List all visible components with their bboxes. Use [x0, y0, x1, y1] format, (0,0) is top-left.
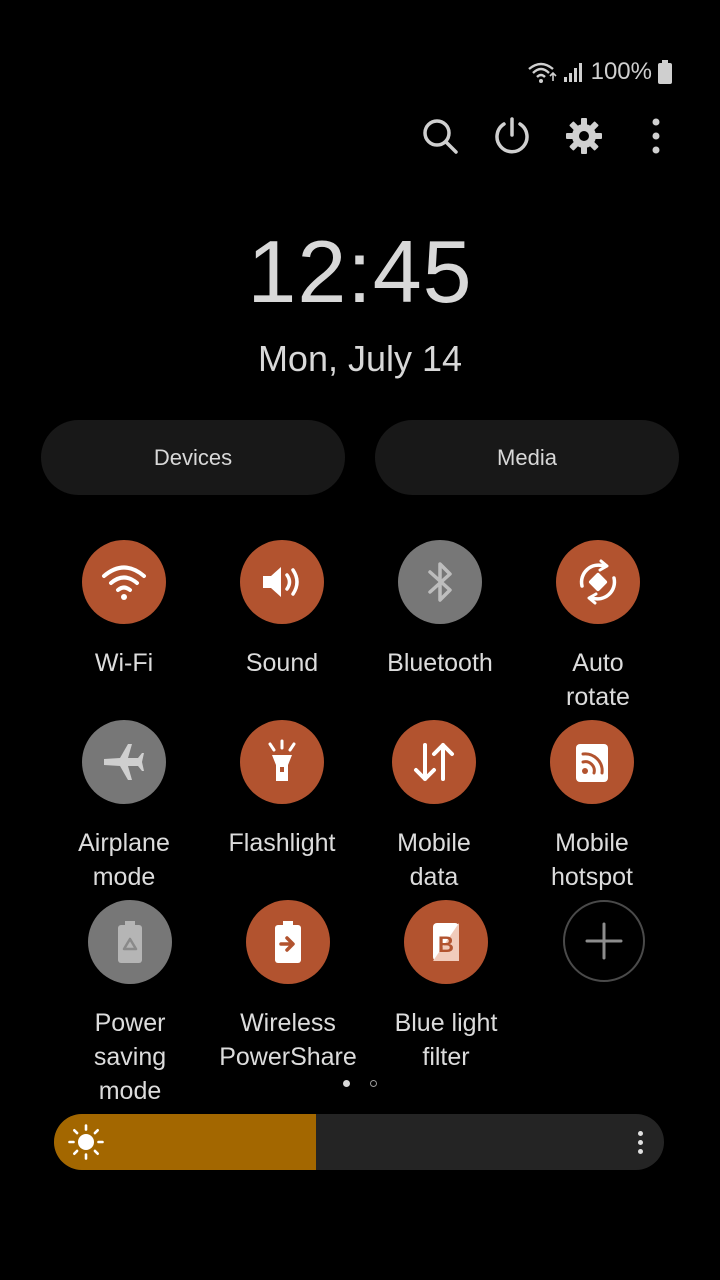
- power-saving-icon: [118, 921, 142, 963]
- tile-label: Blue light filter: [394, 1009, 498, 1071]
- mobile-data-icon: [414, 743, 454, 781]
- wifi-icon: [102, 565, 146, 600]
- power-button[interactable]: [488, 112, 536, 160]
- tile-wireless-powershare[interactable]: Wireless PowerShare: [213, 900, 363, 1074]
- wifi-icon: [527, 62, 557, 83]
- tile-blue-light-filter-button[interactable]: B: [404, 900, 488, 984]
- tile-airplane-mode-button[interactable]: [82, 720, 166, 804]
- tile-power-saving-mode-button[interactable]: [88, 900, 172, 984]
- brightness-more-icon[interactable]: [628, 1124, 652, 1160]
- page-indicator-active: [343, 1080, 350, 1087]
- tile-power-saving-mode[interactable]: Power saving mode: [55, 900, 205, 1108]
- tile-auto-rotate-button[interactable]: [556, 540, 640, 624]
- clock-date[interactable]: Mon, July 14: [0, 336, 720, 382]
- tile-label: Sound: [245, 649, 319, 677]
- tile-add[interactable]: [529, 900, 679, 1004]
- signal-icon: [563, 63, 582, 82]
- tile-mobile-hotspot[interactable]: Mobile hotspot: [517, 720, 667, 894]
- tile-label: Wi-Fi: [94, 649, 154, 677]
- hotspot-icon: [576, 744, 608, 782]
- settings-button[interactable]: [560, 112, 608, 160]
- sun-icon: [68, 1124, 104, 1160]
- tile-bluetooth-button[interactable]: [398, 540, 482, 624]
- tile-label: Mobile data: [397, 829, 471, 891]
- wireless-powershare-icon: [275, 921, 301, 963]
- media-button[interactable]: Media: [375, 420, 679, 495]
- battery-percent: 100%: [590, 58, 652, 85]
- blue-light-filter-icon: B: [433, 923, 459, 961]
- page-indicator-inactive: [370, 1080, 377, 1087]
- more-options-button[interactable]: [632, 112, 680, 160]
- sound-icon: [263, 567, 299, 597]
- tile-sound[interactable]: Sound: [207, 540, 357, 680]
- tile-wireless-powershare-button[interactable]: [246, 900, 330, 984]
- more-options-icon: [652, 118, 660, 154]
- tile-label: Auto rotate: [566, 649, 630, 711]
- battery-icon: [658, 60, 672, 84]
- auto-rotate-icon: [579, 559, 617, 605]
- devices-button[interactable]: Devices: [41, 420, 345, 495]
- tile-auto-rotate[interactable]: Auto rotate: [523, 540, 673, 714]
- add-tile-button[interactable]: [563, 900, 645, 982]
- clock-time: 12:45: [247, 222, 473, 321]
- tile-blue-light-filter[interactable]: B Blue light filter: [371, 900, 521, 1074]
- tile-label: Power saving mode: [93, 1009, 167, 1105]
- tile-sound-button[interactable]: [240, 540, 324, 624]
- brightness-slider[interactable]: [54, 1114, 664, 1170]
- tile-airplane-mode[interactable]: Airplane mode: [49, 720, 199, 894]
- tile-flashlight-button[interactable]: [240, 720, 324, 804]
- bluetooth-icon: [428, 562, 452, 602]
- add-icon: [585, 922, 623, 960]
- settings-icon: [566, 118, 602, 154]
- tile-label: Flashlight: [228, 829, 336, 857]
- power-icon: [495, 117, 529, 154]
- status-bar: 100%: [527, 58, 672, 86]
- airplane-icon: [104, 744, 144, 780]
- flashlight-icon: [268, 739, 296, 781]
- tile-label: Bluetooth: [387, 649, 493, 677]
- tile-flashlight[interactable]: Flashlight: [207, 720, 357, 860]
- tile-wifi-button[interactable]: [82, 540, 166, 624]
- tile-mobile-data[interactable]: Mobile data: [359, 720, 509, 894]
- tile-bluetooth[interactable]: Bluetooth: [365, 540, 515, 680]
- tile-label: Airplane mode: [78, 829, 170, 891]
- svg-text:B: B: [438, 932, 454, 957]
- search-icon: [423, 119, 458, 154]
- search-button[interactable]: [416, 112, 464, 160]
- tile-wifi[interactable]: Wi-Fi: [49, 540, 199, 680]
- tile-label: Mobile hotspot: [550, 829, 633, 891]
- tile-label: Wireless PowerShare: [219, 1009, 357, 1071]
- tile-mobile-data-button[interactable]: [392, 720, 476, 804]
- tile-mobile-hotspot-button[interactable]: [550, 720, 634, 804]
